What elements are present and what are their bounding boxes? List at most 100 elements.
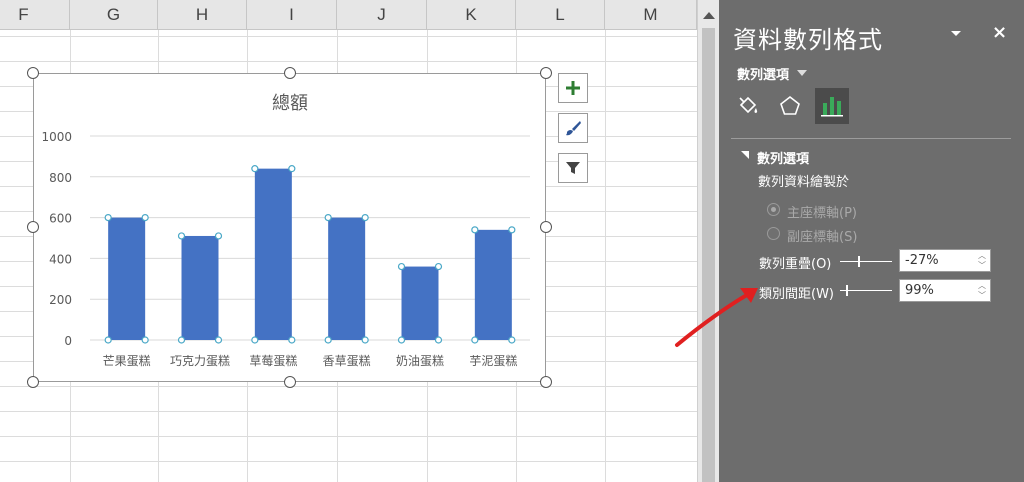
column-header[interactable]: I (247, 0, 337, 30)
column-header[interactable]: G (70, 0, 158, 30)
bar-selection-handle[interactable] (471, 226, 479, 234)
collapse-triangle-icon[interactable] (741, 151, 749, 159)
column-header[interactable]: J (337, 0, 427, 30)
column-header[interactable]: K (427, 0, 516, 30)
brush-icon (566, 121, 581, 136)
chevron-down-icon[interactable] (797, 70, 807, 76)
series-overlap-label: 數列重疊(O) (759, 257, 832, 272)
gap-width-slider[interactable] (840, 285, 892, 296)
spin-up-icon[interactable]: ︿ (977, 251, 987, 261)
resize-handle[interactable] (27, 67, 39, 79)
bar-selection-handle[interactable] (324, 214, 332, 222)
bar[interactable] (401, 266, 439, 340)
chart-elements-button[interactable] (558, 73, 588, 103)
chart-title[interactable]: 總額 (272, 93, 308, 114)
bar-selection-handle[interactable] (141, 214, 149, 222)
bar-selection-handle[interactable] (177, 336, 186, 344)
chart-filters-button[interactable] (558, 153, 588, 183)
x-tick-label: 巧克力蛋糕 (170, 354, 230, 368)
secondary-axis-radio[interactable] (767, 227, 780, 240)
series-overlap-input[interactable] (900, 250, 972, 271)
series-options-icon (821, 97, 843, 117)
bar-selection-handle[interactable] (397, 336, 406, 344)
bar[interactable] (108, 217, 146, 340)
secondary-axis-label: 副座標軸(S) (787, 230, 858, 245)
bar-selection-handle[interactable] (361, 214, 369, 222)
pane-options-chevron-icon[interactable] (949, 26, 963, 40)
bar-selection-handle[interactable] (214, 336, 223, 344)
bar[interactable] (474, 229, 512, 340)
bar-selection-handle[interactable] (214, 232, 223, 240)
column-header[interactable]: H (158, 0, 247, 30)
grid-row-line (0, 386, 697, 387)
bar-selection-handle[interactable] (251, 336, 259, 344)
bar-selection-handle[interactable] (361, 336, 369, 344)
bar-selection-handle[interactable] (324, 336, 332, 344)
x-tick-label: 香草蛋糕 (323, 354, 371, 368)
grid-row-line (0, 61, 697, 62)
bar-selection-handle[interactable] (177, 232, 186, 240)
chart-styles-button[interactable] (558, 113, 588, 143)
spin-down-icon[interactable]: ﹀ (977, 291, 987, 301)
spin-down-icon[interactable]: ﹀ (977, 261, 987, 271)
y-tick-label: 1000 (41, 130, 72, 144)
scroll-thumb[interactable] (702, 28, 715, 482)
slider-handle[interactable] (846, 285, 848, 296)
bar[interactable] (328, 217, 366, 340)
worksheet[interactable]: FGHIJKLM 總額 0 200 400 600 800 1000 芒果蛋糕 巧克力蛋糕 草莓蛋… (0, 0, 697, 482)
chart-area[interactable]: 總額 0 200 400 600 800 1000 芒果蛋糕 巧克力蛋糕 草莓蛋糕 香草蛋糕 奶油蛋糕… (33, 73, 546, 382)
grid-row-line (0, 461, 697, 462)
series-overlap-slider[interactable] (840, 256, 892, 267)
bar-selection-handle[interactable] (508, 226, 516, 234)
grid-column-line (605, 30, 606, 482)
resize-handle[interactable] (27, 221, 39, 233)
pane-divider (731, 138, 1011, 139)
series-overlap-spinner[interactable]: ︿ ﹀ (899, 249, 991, 272)
column-header[interactable]: M (605, 0, 697, 30)
tab-effects[interactable] (773, 88, 807, 124)
bar-selection-handle[interactable] (508, 336, 516, 344)
bar-selection-handle[interactable] (104, 214, 112, 222)
resize-handle[interactable] (27, 376, 39, 388)
resize-handle[interactable] (540, 67, 552, 79)
spin-up-icon[interactable]: ︿ (977, 281, 987, 291)
bar-selection-handle[interactable] (288, 336, 296, 344)
bar[interactable] (254, 168, 292, 340)
bar-selection-handle[interactable] (288, 165, 296, 173)
bar-selection-handle[interactable] (251, 165, 259, 173)
column-header-bar: FGHIJKLM (0, 0, 697, 30)
resize-handle[interactable] (284, 376, 296, 388)
resize-handle[interactable] (540, 221, 552, 233)
resize-handle[interactable] (284, 67, 296, 79)
section-heading[interactable]: 數列選項 (757, 148, 809, 167)
resize-handle[interactable] (540, 376, 552, 388)
tab-fill-line[interactable] (731, 88, 765, 124)
fill-line-icon (739, 96, 758, 114)
bar-selection-handle[interactable] (471, 336, 479, 344)
plus-icon (566, 81, 580, 95)
bar-selection-handle[interactable] (397, 262, 406, 271)
pane-title: 資料數列格式 (733, 26, 883, 54)
vertical-scrollbar[interactable] (697, 0, 719, 482)
bar-selection-handle[interactable] (434, 262, 443, 271)
bar-selection-handle[interactable] (434, 336, 443, 344)
bar-selection-handle[interactable] (104, 336, 112, 344)
tab-series-options[interactable] (815, 88, 849, 124)
series-options-dropdown[interactable]: 數列選項 (737, 64, 789, 83)
gap-width-input[interactable] (900, 280, 972, 301)
bar[interactable] (181, 235, 219, 340)
column-header[interactable]: L (516, 0, 605, 30)
grid-row-line (0, 36, 697, 37)
y-tick-label: 0 (64, 334, 72, 348)
gap-width-spinner[interactable]: ︿ ﹀ (899, 279, 991, 302)
column-chart[interactable]: 總額 0 200 400 600 800 1000 芒果蛋糕 巧克力蛋糕 草莓蛋糕 香草蛋糕 奶油蛋糕… (34, 74, 547, 383)
y-tick-label: 800 (49, 171, 72, 185)
pane-close-button[interactable]: × (992, 22, 1007, 43)
slider-handle[interactable] (858, 256, 860, 267)
annotation-arrow (675, 288, 758, 347)
effects-icon (780, 95, 800, 115)
scroll-up-icon[interactable] (703, 12, 715, 19)
column-header[interactable]: F (0, 0, 70, 30)
primary-axis-radio[interactable] (767, 203, 780, 216)
bar-selection-handle[interactable] (141, 336, 149, 344)
